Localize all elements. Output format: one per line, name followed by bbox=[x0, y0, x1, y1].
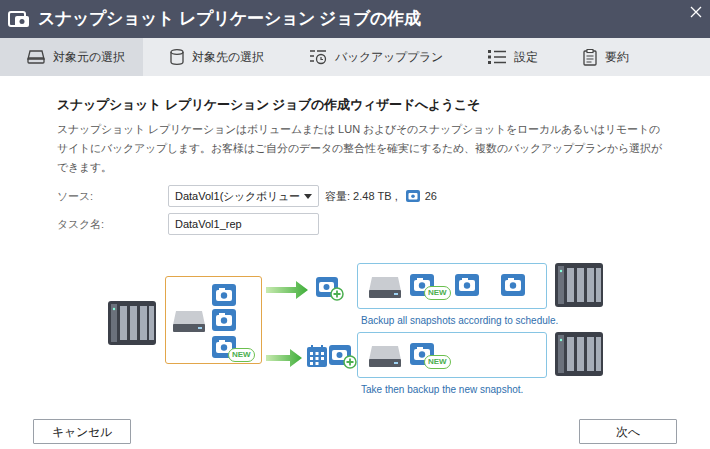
path-caption: Backup all snapshots according to schedu… bbox=[361, 313, 558, 328]
window-title: スナップショット レプリケーション ジョブの作成 bbox=[38, 6, 421, 32]
snapshot-count: 26 bbox=[425, 188, 437, 205]
dropdown-arrow-icon bbox=[304, 194, 312, 199]
snapshot-icon bbox=[212, 284, 236, 306]
step-item: 要約 bbox=[556, 38, 647, 76]
calendar-icon bbox=[307, 345, 327, 367]
step-label: 要約 bbox=[605, 48, 629, 66]
step-item: 設定 bbox=[461, 38, 556, 76]
nas-icon bbox=[555, 261, 603, 309]
disk-icon bbox=[368, 275, 402, 299]
disk-icon bbox=[368, 344, 402, 368]
snapshot-icon bbox=[406, 190, 420, 202]
source-dropdown[interactable]: DataVol1(シックボリューム) bbox=[168, 185, 319, 207]
snapshot-add-icon bbox=[329, 345, 357, 369]
snapshot-icon bbox=[455, 274, 479, 296]
button-label: キャンセル bbox=[52, 423, 112, 441]
cancel-button[interactable]: キャンセル bbox=[33, 419, 131, 444]
source-row: ソース: DataVol1(シックボリューム) 容量: 2.48 TB , 26 bbox=[57, 185, 653, 207]
button-label: 次へ bbox=[616, 423, 640, 441]
new-badge: NEW bbox=[228, 348, 255, 362]
wizard-description: スナップショット レプリケーションはボリュームまたは LUN およびそのスナップ… bbox=[57, 120, 665, 177]
clipboard-icon bbox=[583, 49, 597, 66]
step-label: 対象元の選択 bbox=[53, 48, 125, 66]
list-icon bbox=[488, 50, 506, 64]
title-bar: スナップショット レプリケーション ジョブの作成 bbox=[0, 0, 710, 38]
wizard-heading: スナップショット レプリケーション ジョブの作成ウィザードへようこそ bbox=[57, 96, 653, 114]
new-badge: NEW bbox=[424, 286, 451, 300]
step-bar: 対象元の選択 対象先の選択 バックアッププラン 設定 要約 bbox=[0, 38, 710, 76]
task-name-value: DataVol1_rep bbox=[175, 216, 242, 233]
backup-plan-icon bbox=[309, 49, 327, 65]
disk-icon bbox=[27, 50, 45, 64]
source-value: DataVol1(シックボリューム) bbox=[175, 188, 300, 205]
wizard-content: スナップショット レプリケーション ジョブの作成ウィザードへようこそスナップショ… bbox=[0, 76, 710, 449]
capacity-text: 容量: 2.48 TB , bbox=[325, 188, 398, 205]
close-icon[interactable] bbox=[690, 6, 702, 18]
button-row: キャンセル 次へ bbox=[33, 419, 677, 444]
task-label: タスク名: bbox=[57, 216, 168, 233]
arrow-icon bbox=[266, 281, 308, 299]
step-label: 設定 bbox=[514, 48, 538, 66]
new-badge: NEW bbox=[424, 355, 451, 369]
database-icon bbox=[170, 49, 184, 65]
next-button[interactable]: 次へ bbox=[579, 419, 677, 444]
replication-diagram: NEW NEW Backup all snapshots according to … bbox=[0, 259, 710, 419]
arrow-icon bbox=[266, 349, 302, 367]
snapshot-icon bbox=[501, 274, 525, 296]
task-name-input[interactable]: DataVol1_rep bbox=[168, 213, 319, 235]
task-row: タスク名: DataVol1_rep bbox=[57, 213, 653, 235]
app-logo-icon bbox=[8, 9, 32, 29]
source-label: ソース: bbox=[57, 188, 168, 205]
step-item: 対象元の選択 bbox=[0, 38, 143, 76]
snapshot-add-icon bbox=[316, 277, 344, 301]
snapshot-icon bbox=[212, 309, 236, 331]
nas-icon bbox=[108, 299, 156, 347]
step-label: 対象先の選択 bbox=[192, 48, 264, 66]
path-caption: Take then backup the new snapshot. bbox=[361, 382, 523, 397]
step-label: バックアッププラン bbox=[335, 48, 443, 66]
step-item: 対象先の選択 bbox=[143, 38, 282, 76]
disk-icon bbox=[172, 309, 206, 333]
nas-icon bbox=[555, 330, 603, 378]
step-item: バックアッププラン bbox=[282, 38, 461, 76]
